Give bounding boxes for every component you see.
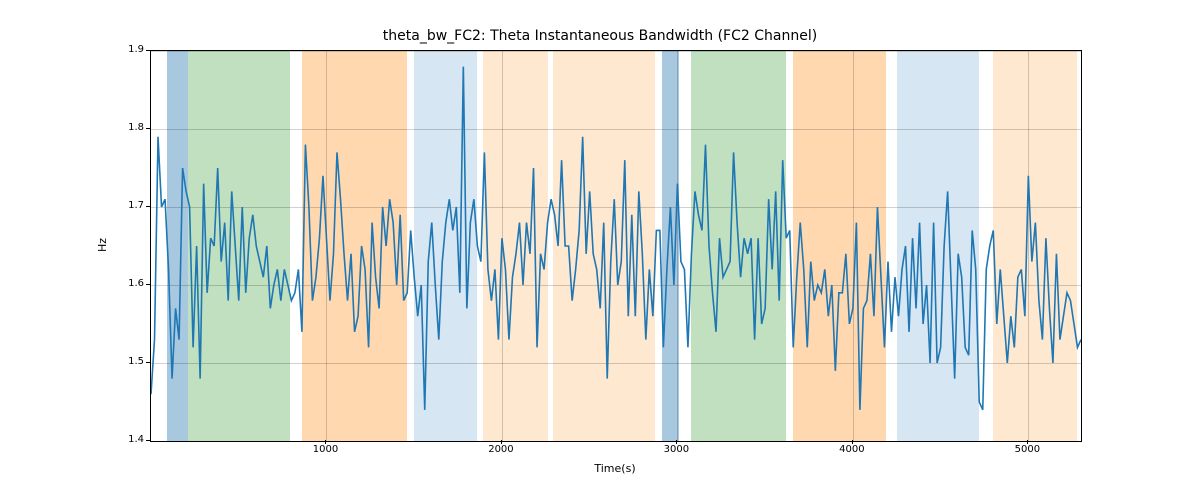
y-tick-label: 1.7 (104, 201, 144, 211)
x-tick-label: 3000 (656, 444, 696, 455)
y-tick-mark (146, 362, 150, 363)
y-tick-mark (146, 440, 150, 441)
x-axis-label: Time(s) (150, 462, 1080, 475)
y-tick-label: 1.4 (104, 435, 144, 445)
x-tick-label: 4000 (832, 444, 872, 455)
line-series-svg (151, 51, 1081, 441)
line-series (151, 67, 1081, 410)
y-tick-label: 1.9 (104, 45, 144, 55)
x-tick-label: 5000 (1007, 444, 1047, 455)
x-tick-mark (852, 440, 853, 444)
gridline-horizontal (151, 441, 1081, 442)
y-tick-label: 1.6 (104, 279, 144, 289)
chart-title: theta_bw_FC2: Theta Instantaneous Bandwi… (0, 28, 1200, 44)
x-tick-mark (676, 440, 677, 444)
y-tick-mark (146, 50, 150, 51)
y-axis-label: Hz (96, 50, 110, 440)
x-tick-label: 1000 (305, 444, 345, 455)
y-tick-mark (146, 128, 150, 129)
x-tick-mark (501, 440, 502, 444)
y-tick-label: 1.8 (104, 123, 144, 133)
y-tick-mark (146, 206, 150, 207)
x-tick-mark (1027, 440, 1028, 444)
y-tick-label: 1.5 (104, 357, 144, 367)
plot-area (150, 50, 1082, 442)
figure: theta_bw_FC2: Theta Instantaneous Bandwi… (0, 0, 1200, 500)
x-tick-label: 2000 (481, 444, 521, 455)
x-tick-mark (325, 440, 326, 444)
y-tick-mark (146, 284, 150, 285)
